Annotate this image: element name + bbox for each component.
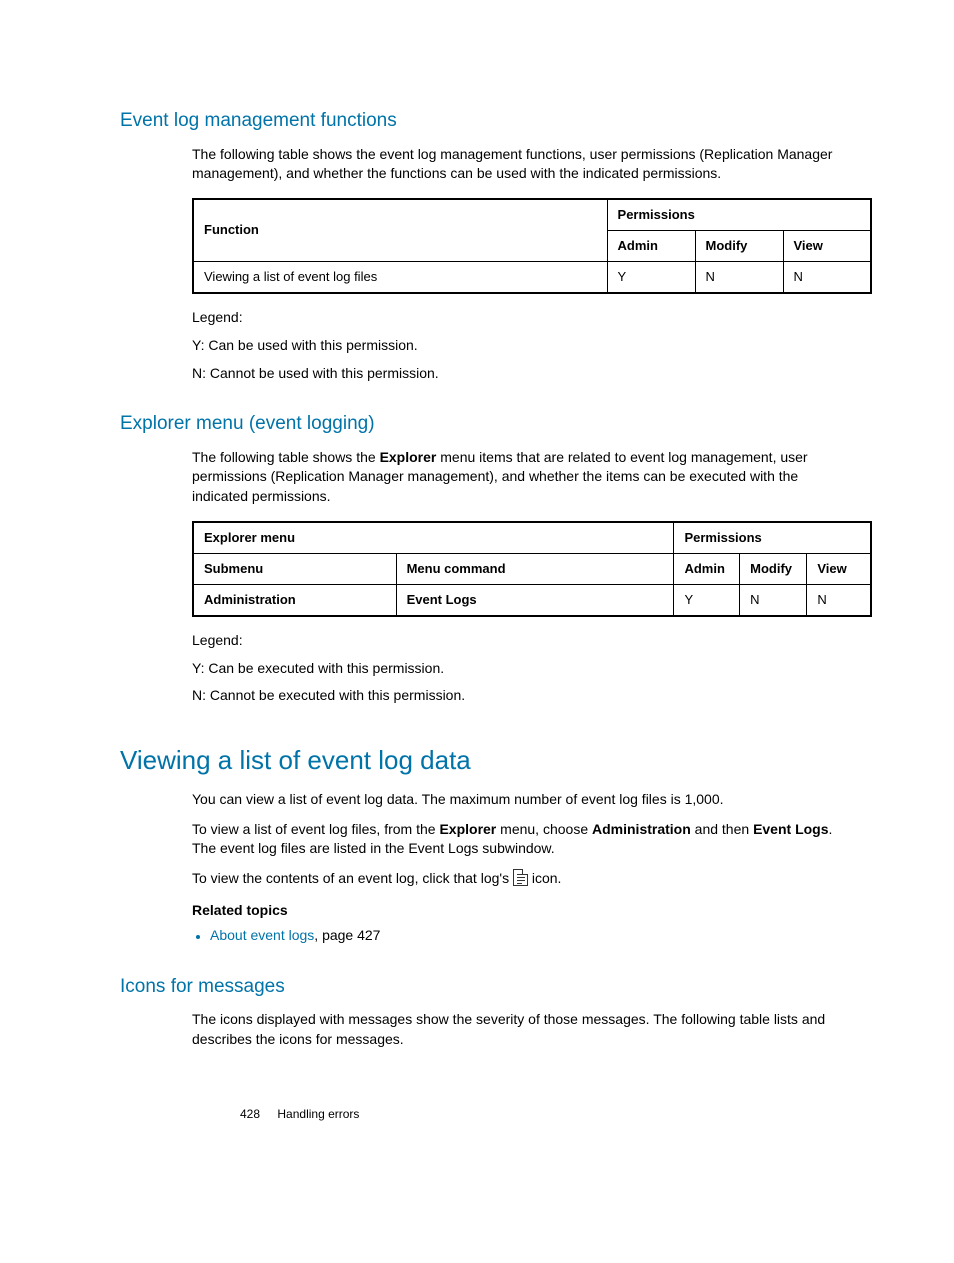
- cell-modify: N: [740, 584, 807, 616]
- paragraph: To view a list of event log files, from …: [192, 820, 834, 859]
- header-menu-command: Menu command: [396, 553, 674, 584]
- heading-explorer-menu: Explorer menu (event logging): [120, 411, 834, 438]
- event-log-file-icon: [513, 869, 528, 886]
- page-footer: 428 Handling errors: [240, 1106, 359, 1123]
- legend: Legend: Y: Can be executed with this per…: [192, 631, 834, 706]
- legend: Legend: Y: Can be used with this permiss…: [192, 308, 834, 383]
- header-permissions: Permissions: [674, 522, 871, 554]
- legend-title: Legend:: [192, 631, 834, 651]
- related-topics-list: About event logs, page 427: [210, 926, 834, 946]
- intro-text: The following table shows the event log …: [192, 145, 834, 184]
- cell-view: N: [807, 584, 871, 616]
- header-admin: Admin: [607, 230, 695, 261]
- header-permissions: Permissions: [607, 199, 871, 231]
- header-admin: Admin: [674, 553, 740, 584]
- table-event-log-functions: Function Permissions Admin Modify View V…: [192, 198, 872, 295]
- page-number: 428: [240, 1107, 260, 1121]
- chapter-name: Handling errors: [277, 1107, 359, 1121]
- paragraph: You can view a list of event log data. T…: [192, 790, 834, 810]
- legend-title: Legend:: [192, 308, 834, 328]
- cell-admin: Y: [674, 584, 740, 616]
- cell-submenu: Administration: [193, 584, 396, 616]
- table-row: Viewing a list of event log files Y N N: [193, 262, 871, 294]
- header-modify: Modify: [695, 230, 783, 261]
- cell-modify: N: [695, 262, 783, 294]
- heading-viewing-list: Viewing a list of event log data: [120, 742, 834, 778]
- cell-function: Viewing a list of event log files: [193, 262, 607, 294]
- header-function: Function: [193, 199, 607, 262]
- cell-command: Event Logs: [396, 584, 674, 616]
- legend-n: N: Cannot be used with this permission.: [192, 364, 834, 384]
- link-about-event-logs[interactable]: About event logs: [210, 927, 314, 943]
- header-modify: Modify: [740, 553, 807, 584]
- legend-y: Y: Can be executed with this permission.: [192, 659, 834, 679]
- list-item: About event logs, page 427: [210, 926, 834, 946]
- paragraph: To view the contents of an event log, cl…: [192, 869, 834, 889]
- table-row: Administration Event Logs Y N N: [193, 584, 871, 616]
- cell-admin: Y: [607, 262, 695, 294]
- header-submenu: Submenu: [193, 553, 396, 584]
- intro-text: The following table shows the Explorer m…: [192, 448, 834, 507]
- heading-icons-for-messages: Icons for messages: [120, 974, 834, 1001]
- related-topics-label: Related topics: [192, 901, 834, 921]
- header-view: View: [783, 230, 871, 261]
- header-view: View: [807, 553, 871, 584]
- legend-n: N: Cannot be executed with this permissi…: [192, 686, 834, 706]
- paragraph: The icons displayed with messages show t…: [192, 1010, 834, 1049]
- header-explorer-menu: Explorer menu: [193, 522, 674, 554]
- page-ref: , page 427: [314, 927, 380, 943]
- table-explorer-menu: Explorer menu Permissions Submenu Menu c…: [192, 521, 872, 618]
- cell-view: N: [783, 262, 871, 294]
- heading-event-log-functions: Event log management functions: [120, 108, 834, 135]
- legend-y: Y: Can be used with this permission.: [192, 336, 834, 356]
